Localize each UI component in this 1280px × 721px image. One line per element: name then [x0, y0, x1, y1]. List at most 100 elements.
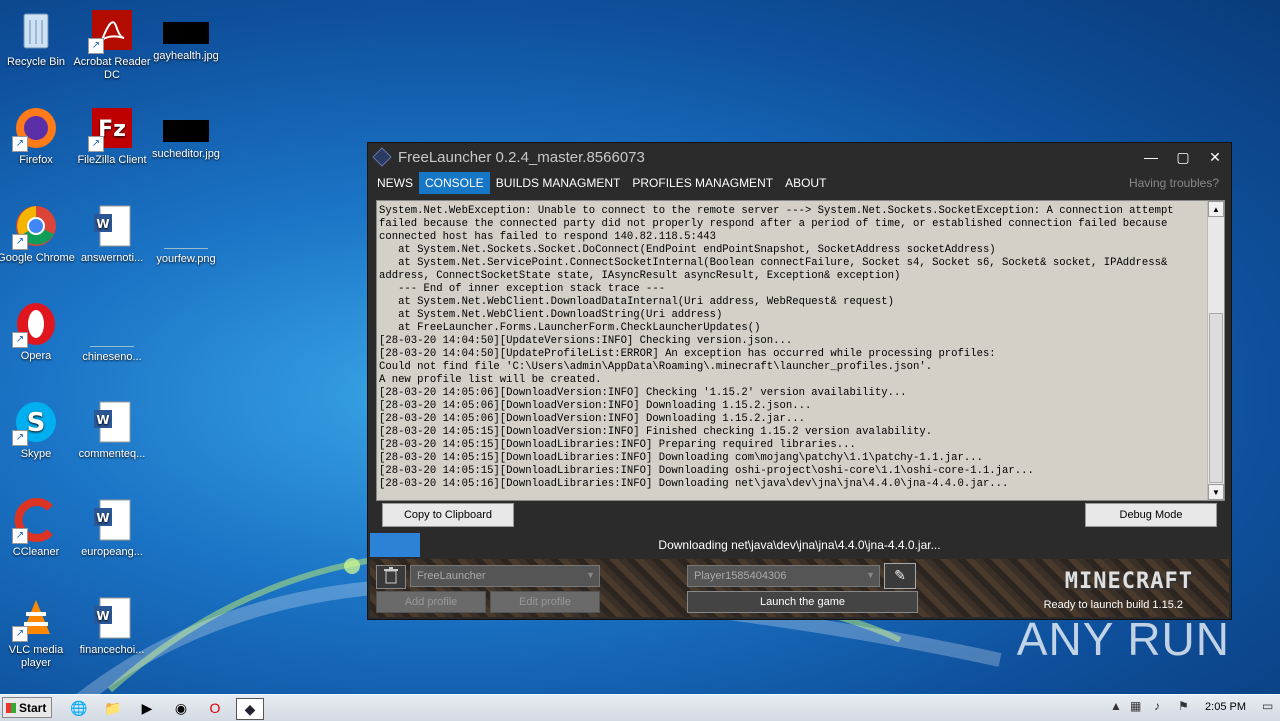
opera-taskbar-icon[interactable]: O: [204, 698, 226, 718]
desktop-icon-label: chineseno...: [82, 351, 142, 363]
desktop-icon-chineseno[interactable]: chineseno...: [73, 302, 151, 364]
app-logo-icon: [372, 147, 392, 167]
console-log-text: System.Net.WebException: Unable to conne…: [379, 205, 1174, 490]
window-title: FreeLauncher 0.2.4_master.8566073: [398, 148, 645, 166]
taskbar: Start 🌐 📁 ▶ ◉ O ◆ ▲ ▦ ♪ ⚑ 2:05 PM ▭: [0, 694, 1280, 721]
ie-taskbar-icon[interactable]: 🌐: [68, 698, 90, 718]
desktop-icon-europeang[interactable]: W europeang...: [73, 498, 151, 559]
shortcut-arrow-icon: ↗: [12, 626, 28, 642]
freelauncher-window: FreeLauncher 0.2.4_master.8566073 — ▢ ✕ …: [367, 142, 1232, 620]
maximize-button[interactable]: ▢: [1167, 149, 1199, 166]
desktop-icon-label: Google Chrome: [0, 252, 75, 264]
freelauncher-taskbar-icon[interactable]: ◆: [236, 698, 264, 720]
shortcut-arrow-icon: ↗: [12, 234, 28, 250]
action-center-flag-icon[interactable]: ⚑: [1178, 699, 1189, 713]
show-desktop-icon[interactable]: ▭: [1262, 699, 1273, 713]
desktop-icon-filezilla[interactable]: Fz ↗ FileZilla Client: [73, 106, 151, 167]
start-label: Start: [19, 701, 47, 715]
copy-to-clipboard-button[interactable]: Copy to Clipboard: [382, 503, 514, 527]
debug-mode-button[interactable]: Debug Mode: [1085, 503, 1217, 527]
console-scrollbar[interactable]: ▲ ▼: [1207, 201, 1224, 500]
desktop-icon-recycle-bin[interactable]: Recycle Bin: [0, 8, 75, 69]
desktop-icon-gayhealth[interactable]: gayhealth.jpg: [147, 8, 225, 63]
desktop-icon-label: CCleaner: [12, 546, 60, 558]
clock[interactable]: 2:05 PM: [1205, 701, 1246, 713]
chevron-down-icon: ▼: [586, 570, 595, 580]
desktop-icon-label: VLC media player: [8, 644, 64, 669]
show-hidden-icons-icon[interactable]: ▲: [1110, 699, 1122, 713]
desktop-icon-ccleaner[interactable]: ↗ CCleaner: [0, 498, 75, 559]
firefox-icon: ↗: [12, 106, 58, 152]
close-button[interactable]: ✕: [1199, 149, 1231, 166]
shortcut-arrow-icon: ↗: [12, 136, 28, 152]
minecraft-logo: MINECRAFT: [1064, 569, 1193, 594]
desktop-icon-vlc[interactable]: ↗ VLC media player: [0, 596, 75, 670]
svg-text:W: W: [96, 511, 109, 525]
desktop-icon-label: europeang...: [81, 546, 143, 558]
tab-builds-managment[interactable]: BUILDS MANAGMENT: [490, 172, 627, 194]
progress-status-text: Downloading net\java\dev\jna\jna\4.4.0\j…: [658, 538, 941, 552]
launch-panel: FreeLauncher ▼ Add profile Edit profile …: [370, 559, 1229, 617]
title-bar[interactable]: FreeLauncher 0.2.4_master.8566073 — ▢ ✕: [368, 143, 1231, 171]
svg-text:W: W: [96, 217, 109, 231]
desktop-icon-label: commenteq...: [78, 448, 146, 460]
ccleaner-icon: ↗: [12, 498, 58, 544]
having-troubles-link[interactable]: Having troubles?: [1129, 176, 1219, 190]
image-file-icon: [164, 204, 208, 249]
desktop-icon-financechoi[interactable]: W financechoi...: [73, 596, 151, 657]
start-button[interactable]: Start: [2, 697, 52, 718]
word-document-icon: W: [90, 400, 134, 444]
word-document-icon: W: [90, 498, 134, 542]
desktop-icon-label: Firefox: [19, 154, 53, 166]
image-file-icon: [163, 22, 209, 44]
image-file-icon: [163, 120, 209, 142]
desktop-icon-acrobat[interactable]: ↗ Acrobat Reader DC: [73, 8, 151, 82]
desktop-icon-yourfew[interactable]: yourfew.png: [147, 204, 225, 266]
user-select-value: Player1585404306: [694, 570, 787, 582]
add-profile-button[interactable]: Add profile: [376, 591, 486, 613]
minimize-button[interactable]: —: [1135, 149, 1167, 165]
tab-console[interactable]: CONSOLE: [419, 172, 490, 194]
scroll-thumb[interactable]: [1209, 313, 1223, 483]
tab-profiles-managment[interactable]: PROFILES MANAGMENT: [626, 172, 779, 194]
desktop-icon-chrome[interactable]: ↗ Google Chrome: [0, 204, 75, 265]
windows-flag-icon: [6, 703, 16, 713]
desktop-icon-label: Recycle Bin: [6, 56, 66, 68]
tab-news[interactable]: NEWS: [371, 172, 419, 194]
edit-profile-button[interactable]: Edit profile: [490, 591, 600, 613]
desktop-icon-answernoti[interactable]: W answernoti...: [73, 204, 151, 265]
console-output[interactable]: System.Net.WebException: Unable to conne…: [376, 200, 1225, 501]
recycle-bin-icon: [14, 8, 58, 52]
launch-game-button[interactable]: Launch the game: [687, 591, 918, 613]
shortcut-arrow-icon: ↗: [88, 136, 104, 152]
desktop-icon-label: Skype: [20, 448, 52, 460]
tab-about[interactable]: ABOUT: [779, 172, 832, 194]
desktop-icon-commenteq[interactable]: W commenteq...: [73, 400, 151, 461]
desktop-icon-firefox[interactable]: ↗ Firefox: [0, 106, 75, 167]
edit-user-button[interactable]: ✎: [884, 563, 916, 589]
desktop-icon-sucheditor[interactable]: sucheditor.jpg: [147, 106, 225, 161]
volume-icon[interactable]: ♪: [1154, 699, 1160, 713]
svg-text:W: W: [96, 413, 109, 427]
network-icon[interactable]: ▦: [1130, 699, 1141, 713]
desktop-icon-label: FileZilla Client: [77, 154, 147, 166]
desktop-icon-label: financechoi...: [79, 644, 145, 656]
scroll-up-icon[interactable]: ▲: [1208, 201, 1224, 217]
scroll-down-icon[interactable]: ▼: [1208, 484, 1224, 500]
desktop-icon-skype[interactable]: S ↗ Skype: [0, 400, 75, 461]
download-progress: Downloading net\java\dev\jna\jna\4.4.0\j…: [370, 533, 1229, 557]
profile-select[interactable]: FreeLauncher ▼: [410, 565, 600, 587]
word-document-icon: W: [90, 596, 134, 640]
user-select[interactable]: Player1585404306 ▼: [687, 565, 880, 587]
file-icon: [90, 302, 134, 347]
desktop-icon-label: gayhealth.jpg: [153, 50, 219, 62]
chrome-taskbar-icon[interactable]: ◉: [170, 698, 192, 718]
acrobat-icon: ↗: [88, 8, 134, 54]
word-document-icon: W: [90, 204, 134, 248]
desktop-icon-label: sucheditor.jpg: [152, 148, 220, 160]
desktop-icon-opera[interactable]: ↗ Opera: [0, 302, 75, 363]
explorer-taskbar-icon[interactable]: 📁: [102, 698, 124, 718]
delete-profile-button[interactable]: [376, 565, 406, 589]
tab-bar: NEWS CONSOLE BUILDS MANAGMENT PROFILES M…: [368, 171, 1231, 195]
media-player-taskbar-icon[interactable]: ▶: [136, 698, 158, 718]
